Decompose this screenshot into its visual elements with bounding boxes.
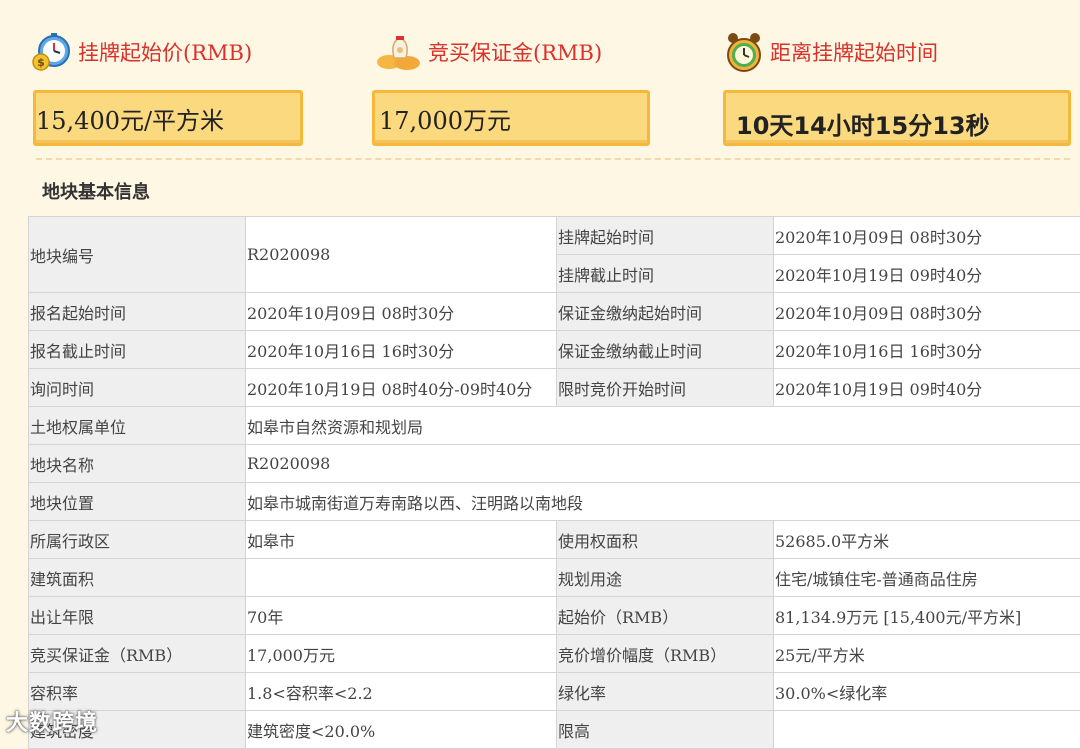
countdown-header: 距离挂牌起始时间 (724, 30, 938, 74)
field-value (246, 559, 557, 597)
table-row: 建筑面积 规划用途 住宅/城镇住宅-普通商品住房 (29, 559, 1080, 597)
field-value: 25元/平方米 (774, 635, 1080, 673)
field-label: 绿化率 (557, 673, 774, 711)
field-value: 30.0%<绿化率 (774, 673, 1080, 711)
field-label: 土地权属单位 (29, 407, 246, 445)
field-label: 限时竞价开始时间 (557, 369, 774, 407)
field-label: 地块编号 (29, 217, 246, 293)
divider (36, 158, 1070, 160)
field-label: 保证金缴纳截止时间 (557, 331, 774, 369)
countdown-value-box: 10天14小时15分13秒 (723, 90, 1071, 146)
field-value: 70年 (246, 597, 557, 635)
field-value: R2020098 (246, 217, 557, 293)
field-value: 2020年10月19日 08时40分-09时40分 (246, 369, 557, 407)
field-value: 如皋市 (246, 521, 557, 559)
field-value: 81,134.9万元 [15,400元/平方米] (774, 597, 1080, 635)
deposit-header: 竞买保证金(RMB) (374, 30, 602, 74)
field-value: 52685.0平方米 (774, 521, 1080, 559)
table-row: 所属行政区 如皋市 使用权面积 52685.0平方米 (29, 521, 1080, 559)
table-row: 询问时间 2020年10月19日 08时40分-09时40分 限时竞价开始时间 … (29, 369, 1080, 407)
table-row: 地块编号 R2020098 挂牌起始时间 2020年10月09日 08时30分 (29, 217, 1080, 255)
field-value: 2020年10月19日 09时40分 (774, 369, 1080, 407)
field-value: 住宅/城镇住宅-普通商品住房 (774, 559, 1080, 597)
field-value: 2020年10月19日 09时40分 (774, 255, 1080, 293)
field-value: 2020年10月09日 08时30分 (774, 293, 1080, 331)
field-label: 地块位置 (29, 483, 246, 521)
field-value: 2020年10月09日 08时30分 (774, 217, 1080, 255)
countdown-label: 距离挂牌起始时间 (770, 37, 938, 67)
field-label: 竞买保证金（RMB） (29, 635, 246, 673)
table-row: 土地权属单位 如皋市自然资源和规划局 (29, 407, 1080, 445)
field-value: 如皋市自然资源和规划局 (246, 407, 1080, 445)
field-label: 地块名称 (29, 445, 246, 483)
svg-text:$: $ (37, 56, 45, 69)
section-title: 地块基本信息 (42, 178, 150, 204)
deposit-value: 17,000万元 (375, 101, 511, 136)
field-label: 所属行政区 (29, 521, 246, 559)
alarm-clock-icon (724, 30, 764, 74)
field-label: 报名截止时间 (29, 331, 246, 369)
field-label: 保证金缴纳起始时间 (557, 293, 774, 331)
field-label: 询问时间 (29, 369, 246, 407)
field-label: 报名起始时间 (29, 293, 246, 331)
table-row: 报名起始时间 2020年10月09日 08时30分 保证金缴纳起始时间 2020… (29, 293, 1080, 331)
field-value: 建筑密度<20.0% (246, 711, 557, 749)
field-value (774, 711, 1080, 749)
field-value: 2020年10月16日 16时30分 (246, 331, 557, 369)
field-label: 挂牌截止时间 (557, 255, 774, 293)
field-value: 如皋市城南街道万寿南路以西、汪明路以南地段 (246, 483, 1080, 521)
auction-summary: $ 挂牌起始价(RMB) 竞买保证金(RMB) (0, 0, 1080, 170)
field-label: 限高 (557, 711, 774, 749)
field-value: 2020年10月09日 08时30分 (246, 293, 557, 331)
watermark: 大数跨境 (6, 705, 98, 737)
parcel-info-table: 地块编号 R2020098 挂牌起始时间 2020年10月09日 08时30分 … (28, 216, 1080, 749)
table-row: 竞买保证金（RMB） 17,000万元 竞价增价幅度（RMB） 25元/平方米 (29, 635, 1080, 673)
table-row: 出让年限 70年 起始价（RMB） 81,134.9万元 [15,400元/平方… (29, 597, 1080, 635)
price-header: $ 挂牌起始价(RMB) (32, 30, 252, 74)
table-row: 容积率 1.8<容积率<2.2 绿化率 30.0%<绿化率 (29, 673, 1080, 711)
price-value-box: 15,400元/平方米 (33, 90, 303, 146)
field-label: 规划用途 (557, 559, 774, 597)
field-label: 建筑面积 (29, 559, 246, 597)
field-label: 使用权面积 (557, 521, 774, 559)
field-label: 竞价增价幅度（RMB） (557, 635, 774, 673)
field-value: 17,000万元 (246, 635, 557, 673)
stopwatch-dollar-icon: $ (32, 32, 72, 72)
field-value: 1.8<容积率<2.2 (246, 673, 557, 711)
table-row: 建筑密度 建筑密度<20.0% 限高 (29, 711, 1080, 749)
money-bag-icon (374, 32, 422, 72)
table-row: 地块名称 R2020098 (29, 445, 1080, 483)
field-value: R2020098 (246, 445, 1080, 483)
price-value: 15,400元/平方米 (36, 101, 224, 136)
deposit-label: 竞买保证金(RMB) (428, 37, 602, 67)
countdown-value: 10天14小时15分13秒 (726, 96, 990, 141)
field-label: 出让年限 (29, 597, 246, 635)
field-label: 挂牌起始时间 (557, 217, 774, 255)
table-row: 报名截止时间 2020年10月16日 16时30分 保证金缴纳截止时间 2020… (29, 331, 1080, 369)
table-row: 地块位置 如皋市城南街道万寿南路以西、汪明路以南地段 (29, 483, 1080, 521)
field-label: 起始价（RMB） (557, 597, 774, 635)
field-value: 2020年10月16日 16时30分 (774, 331, 1080, 369)
price-label: 挂牌起始价(RMB) (78, 37, 252, 67)
deposit-value-box: 17,000万元 (372, 90, 650, 146)
